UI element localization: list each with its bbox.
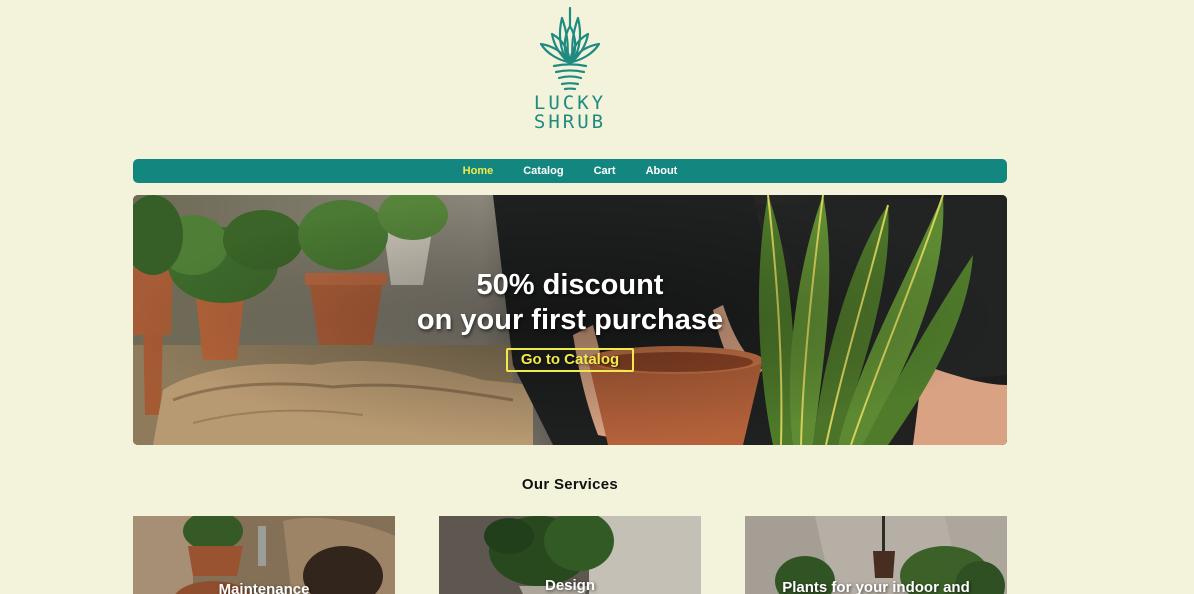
service-card-label: Plants for your indoor and (782, 579, 970, 594)
go-to-catalog-button[interactable]: Go to Catalog (506, 348, 634, 372)
brand-name-line2: SHRUB (533, 111, 607, 133)
nav-item-cart[interactable]: Cart (579, 165, 631, 177)
service-card-plants[interactable]: Plants for your indoor and (745, 516, 1007, 594)
nav-item-home[interactable]: Home (448, 165, 509, 177)
brand-name: LUCKY SHRUB (534, 94, 606, 132)
hero-headline: 50% discount on your first purchase (133, 268, 1007, 338)
service-card-label: Design (544, 577, 595, 594)
hero-headline-line1: 50% discount (476, 269, 664, 301)
page: LUCKY SHRUB Home Catalog Cart About 50% … (0, 0, 1194, 594)
services-title: Our Services (521, 476, 619, 493)
nav-item-about[interactable]: About (631, 165, 693, 177)
nav-item-catalog[interactable]: Catalog (508, 165, 578, 177)
plant-pot-logo-icon (539, 6, 601, 91)
service-card-maintenance[interactable]: Maintenance (133, 516, 395, 594)
main-navbar: Home Catalog Cart About (133, 159, 1007, 183)
service-card-design[interactable]: Design (439, 516, 701, 594)
hero-banner: 50% discount on your first purchase Go t… (133, 195, 1007, 445)
hero-headline-line2: on your first purchase (416, 304, 724, 336)
service-card-label: Maintenance (218, 581, 310, 594)
brand-logo[interactable]: LUCKY SHRUB (533, 4, 607, 136)
